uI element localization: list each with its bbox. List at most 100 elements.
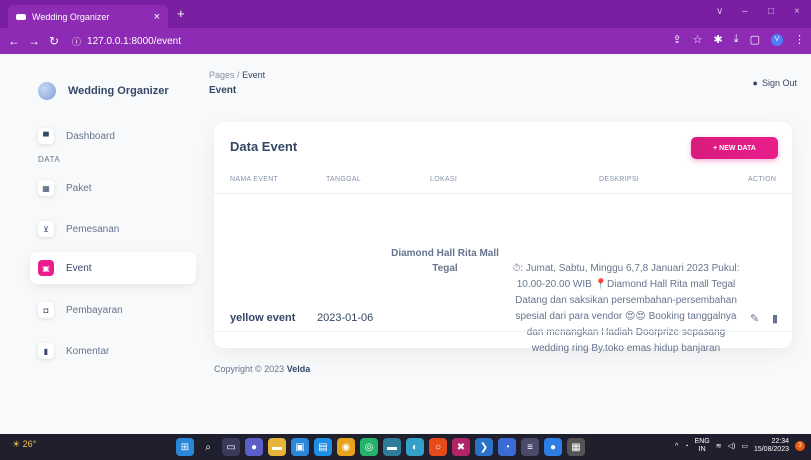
- close-window-button[interactable]: ×: [794, 6, 800, 17]
- search-icon[interactable]: ⌕: [199, 438, 217, 456]
- messenger-icon[interactable]: ●: [544, 438, 562, 456]
- sidebar-item-pembayaran[interactable]: ◘ Pembayaran: [30, 294, 196, 326]
- language-indicator[interactable]: ENG IN: [695, 438, 710, 454]
- taskbar-apps: ⊞ ⌕ ▭ ● ▬ ▣ ▤ ◉ ◎ ▬ ◐ ○ ✖ ❯ ◔ ≡ ● ▦: [176, 438, 585, 456]
- taskbar: ☀ 26° ⊞ ⌕ ▭ ● ▬ ▣ ▤ ◉ ◎ ▬ ◐ ○ ✖ ❯ ◔ ≡ ● …: [0, 434, 811, 460]
- sidebar-item-pemesanan[interactable]: ⊻ Pemesanan: [30, 213, 196, 245]
- battery-icon[interactable]: ▭: [741, 442, 748, 450]
- sidebar-item-label: Pembayaran: [66, 304, 123, 316]
- column-header-tanggal: TANGGAL: [326, 176, 362, 183]
- sidebar-section-label: DATA: [38, 155, 61, 164]
- cell-tanggal: 2023-01-06: [317, 312, 374, 324]
- clock-date: 15/08/2023: [753, 446, 789, 453]
- pinned-app-icon[interactable]: ▦: [567, 438, 585, 456]
- sidebar-item-label: Pemesanan: [66, 223, 120, 235]
- vscode-icon[interactable]: ❯: [475, 438, 493, 456]
- event-table-card: Data Event + NEW DATA NAMA EVENT TANGGAL…: [214, 122, 792, 354]
- cart-icon: ⊻: [38, 221, 54, 237]
- cell-nama-event: yellow event: [230, 312, 296, 324]
- favicon-icon: [16, 13, 26, 20]
- start-icon[interactable]: ⊞: [176, 438, 194, 456]
- file-explorer-icon[interactable]: ▬: [268, 438, 286, 456]
- column-header-deskripsi: DESKRIPSI: [599, 176, 640, 183]
- chat-icon[interactable]: ●: [245, 438, 263, 456]
- network-app-icon[interactable]: ◔: [684, 443, 688, 450]
- browser-tab[interactable]: Wedding Organizer ×: [8, 5, 168, 28]
- browser-tab-bar: Wedding Organizer × + ∨ – □ ×: [0, 0, 811, 28]
- breadcrumb: Pages / Event: [209, 70, 265, 80]
- new-tab-button[interactable]: +: [177, 6, 185, 21]
- browser-app-icon[interactable]: ◔: [498, 438, 516, 456]
- sidebar-item-paket[interactable]: ▦ Paket: [30, 172, 196, 204]
- lang-code: ENG: [694, 438, 710, 445]
- sidebar-item-label: Komentar: [66, 345, 110, 357]
- money-icon: ◘: [38, 302, 54, 318]
- app-icon[interactable]: ▤: [314, 438, 332, 456]
- brand-name: Wedding Organizer: [68, 85, 169, 97]
- folder-icon[interactable]: ▬: [383, 438, 401, 456]
- cell-lokasi: Diamond Hall Rita Mall Tegal: [391, 248, 499, 274]
- volume-icon[interactable]: ◁): [728, 442, 736, 450]
- row-divider: [214, 331, 792, 332]
- user-icon: ●: [752, 78, 758, 88]
- share-icon[interactable]: ⇪: [672, 33, 681, 46]
- footer-copyright: Copyright © 2023 Velda: [214, 364, 310, 374]
- sign-out-link[interactable]: ● Sign Out: [753, 78, 797, 88]
- terminal-icon[interactable]: ≡: [521, 438, 539, 456]
- back-arrow-icon[interactable]: ←: [4, 34, 24, 48]
- edge-icon[interactable]: ◐: [406, 438, 424, 456]
- brand-logo-icon: [38, 82, 56, 100]
- whatsapp-icon[interactable]: ◎: [360, 438, 378, 456]
- reload-icon[interactable]: ↻: [44, 34, 64, 48]
- notification-badge[interactable]: 3: [795, 441, 805, 451]
- store-app-icon[interactable]: ▣: [291, 438, 309, 456]
- url-field[interactable]: ⓘ 127.0.0.1:8000/event: [72, 32, 632, 50]
- sidebar-item-komentar[interactable]: ▮ Komentar: [30, 335, 196, 367]
- brand[interactable]: Wedding Organizer: [38, 82, 169, 100]
- maximize-button[interactable]: □: [768, 6, 774, 17]
- system-tray: ^ ◔ ENG IN ≋ ◁) ▭ 22:34 15/08/2023 3: [675, 438, 805, 454]
- forward-arrow-icon[interactable]: →: [24, 34, 44, 48]
- sidebar: Wedding Organizer ▀ Dashboard DATA ▦ Pak…: [28, 54, 200, 434]
- clock-time: 22:34: [771, 438, 789, 445]
- opera-icon[interactable]: ○: [429, 438, 447, 456]
- sidebar-item-label: Paket: [66, 182, 92, 194]
- tab-title: Wedding Organizer: [32, 11, 110, 22]
- clock[interactable]: 22:34 15/08/2023: [754, 438, 789, 454]
- page: Wedding Organizer ▀ Dashboard DATA ▦ Pak…: [0, 54, 811, 434]
- column-header-lokasi: LOKASI: [430, 176, 458, 183]
- column-header-action: ACTION: [748, 176, 777, 183]
- delete-trash-icon[interactable]: ▮: [772, 312, 778, 325]
- breadcrumb-root[interactable]: Pages: [209, 70, 235, 80]
- sidebar-item-event[interactable]: ▣ Event: [30, 252, 196, 284]
- chrome-icon[interactable]: ◉: [337, 438, 355, 456]
- sidepanel-icon[interactable]: ▢: [750, 33, 760, 46]
- cell-deskripsi: ⏱: Jumat, Sabtu, Minggu 6,7,8 Januari 20…: [512, 263, 740, 354]
- info-icon[interactable]: ⓘ: [72, 35, 81, 48]
- xampp-icon[interactable]: ✖: [452, 438, 470, 456]
- sidebar-item-label: Event: [66, 262, 92, 274]
- breadcrumb-separator: /: [237, 70, 240, 80]
- wifi-icon[interactable]: ≋: [716, 442, 722, 450]
- browser-address-bar: ← → ↻ ⓘ 127.0.0.1:8000/event ⇪ ☆ ✱ ⤓ ▢ V…: [0, 28, 811, 54]
- profile-avatar[interactable]: V: [771, 33, 783, 46]
- download-icon[interactable]: ⤓: [734, 33, 739, 46]
- close-tab-icon[interactable]: ×: [154, 11, 160, 23]
- menu-dots-icon[interactable]: ⋮: [794, 33, 805, 46]
- minimize-button[interactable]: –: [742, 6, 748, 17]
- page-title: Event: [209, 85, 237, 96]
- chevron-up-icon[interactable]: ^: [675, 443, 678, 450]
- new-data-button[interactable]: + NEW DATA: [691, 137, 778, 159]
- weather-widget[interactable]: ☀ 26°: [12, 439, 36, 450]
- extensions-icon[interactable]: ✱: [714, 33, 723, 46]
- browser-toolbar: ⇪ ☆ ✱ ⤓ ▢ V ⋮: [672, 33, 805, 46]
- tab-search-icon[interactable]: ∨: [716, 6, 723, 17]
- edit-user-icon[interactable]: ✎: [750, 312, 759, 325]
- comment-icon: ▮: [38, 343, 54, 359]
- column-header-nama-event: NAMA EVENT: [230, 176, 279, 183]
- task-view-icon[interactable]: ▭: [222, 438, 240, 456]
- bookmark-star-icon[interactable]: ☆: [693, 33, 703, 46]
- sign-out-label: Sign Out: [761, 78, 797, 88]
- calendar-icon: ▣: [38, 260, 54, 276]
- sidebar-item-dashboard[interactable]: ▀ Dashboard: [30, 120, 196, 152]
